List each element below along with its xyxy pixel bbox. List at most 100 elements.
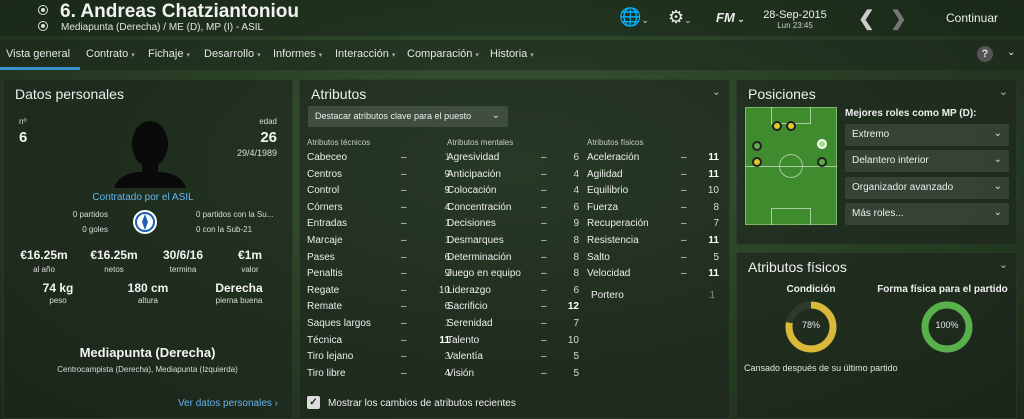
attr-value: 11	[708, 268, 719, 280]
goalkeeper-attr-row[interactable]: Portero 1	[591, 288, 721, 304]
physical-attr-row[interactable]: Agilidad – 11	[587, 167, 727, 183]
mental-attr-row[interactable]: Juego en equipo – 8	[447, 266, 587, 282]
physical-attr-row[interactable]: Fuerza – 8	[587, 200, 727, 216]
technical-attr-row[interactable]: Remate –6	[307, 299, 450, 315]
attr-name: Concentración	[447, 201, 512, 213]
attr-name: Marcaje	[307, 235, 343, 246]
mental-attr-row[interactable]: Anticipación – 4	[447, 167, 587, 183]
attr-dash: –	[541, 334, 547, 346]
attr-value: 10	[707, 185, 719, 197]
technical-attr-row[interactable]: Penaltis –9	[307, 266, 450, 282]
attr-value: 8	[713, 201, 719, 213]
fm-label: FM	[716, 10, 735, 25]
attr-dash: –	[401, 201, 407, 213]
physical-panel: Atributos físicos ⌄	[736, 252, 1017, 419]
physical-attr-row[interactable]: Velocidad – 11	[587, 266, 727, 282]
mental-attr-row[interactable]: Talento – 10	[447, 333, 587, 349]
attr-name: Resistencia	[587, 235, 639, 246]
physical-attr-row[interactable]: Recuperación – 7	[587, 216, 727, 232]
attr-value: 4	[573, 168, 579, 180]
age-label: edad	[259, 117, 277, 126]
globe-icon[interactable]: 🌐⌄	[619, 7, 649, 28]
settings-toggle-icon[interactable]	[38, 5, 48, 15]
attr-name: Desmarques	[447, 235, 504, 246]
page-title: 6. Andreas Chatziantoniou	[60, 1, 299, 22]
tab-informes[interactable]: Informes ▾	[273, 48, 322, 60]
tab-fichaje[interactable]: Fichaje ▾	[148, 48, 190, 60]
attributes-chevron-icon[interactable]: ⌄	[712, 85, 721, 98]
technical-attr-row[interactable]: Córners –4	[307, 200, 450, 216]
tired-note: Cansado después de su último partido	[744, 363, 898, 373]
tab-vista-general[interactable]: Vista general	[6, 48, 70, 60]
wage-label: al año	[33, 265, 55, 274]
role-organizador[interactable]: Organizador avanzado ⌄	[845, 177, 1009, 199]
mental-attr-row[interactable]: Visión – 5	[447, 366, 587, 382]
attr-name: Determinación	[447, 251, 512, 263]
age-value: 26	[260, 129, 277, 146]
chevron-down-icon: ⌄	[993, 207, 1002, 218]
physical-chevron-icon[interactable]: ⌄	[999, 258, 1008, 271]
physical-header: Atributos físicos	[587, 138, 644, 147]
technical-attr-row[interactable]: Marcaje –1	[307, 233, 450, 249]
continue-button[interactable]: Continuar	[920, 11, 1024, 25]
physical-attr-row[interactable]: Resistencia – 11	[587, 233, 727, 249]
positions-chevron-icon[interactable]: ⌄	[999, 85, 1008, 98]
fitness-value: 100%	[935, 320, 959, 330]
view-personal-link[interactable]: Ver datos personales ›	[150, 398, 278, 409]
chevron-down-icon: ⌄	[993, 154, 1002, 165]
attr-name: Control	[307, 185, 340, 197]
recent-changes-checkbox[interactable]: ✓	[307, 396, 320, 409]
technical-attr-row[interactable]: Técnica –11	[307, 333, 450, 349]
attr-name: Salto	[587, 251, 610, 263]
mental-attr-row[interactable]: Valentía – 5	[447, 349, 587, 365]
tab-interaccion[interactable]: Interacción ▾	[335, 48, 395, 60]
date-of-birth: 29/4/1989	[236, 148, 277, 158]
fitness-label: Forma física para el partido	[877, 284, 1008, 295]
help-icon[interactable]: ?	[977, 46, 993, 62]
mental-attr-row[interactable]: Concentración – 6	[447, 200, 587, 216]
tab-desarrollo[interactable]: Desarrollo ▾	[204, 48, 261, 60]
back-arrow-icon[interactable]: ❮	[858, 6, 875, 31]
mental-attr-row[interactable]: Liderazgo – 6	[447, 283, 587, 299]
technical-attr-row[interactable]: Centros –9	[307, 167, 450, 183]
mental-attr-row[interactable]: Serenidad – 7	[447, 316, 587, 332]
technical-attr-row[interactable]: Tiro libre –4	[307, 366, 450, 382]
gear-icon[interactable]: ⚙⌄	[668, 7, 692, 28]
mental-attr-row[interactable]: Sacrificio – 12	[447, 299, 587, 315]
attr-name: Aceleración	[587, 152, 640, 163]
technical-attr-row[interactable]: Tiro lejano –3	[307, 349, 450, 365]
attr-name: Pases	[307, 251, 335, 263]
tab-comparacion[interactable]: Comparación ▾	[407, 48, 479, 60]
attr-name: Saques largos	[307, 318, 371, 329]
physical-attr-row[interactable]: Salto – 5	[587, 250, 727, 266]
highlight-dropdown[interactable]: Destacar atributos clave para el puesto …	[308, 106, 508, 127]
tab-historia[interactable]: Historia ▾	[490, 48, 534, 60]
technical-attr-row[interactable]: Saques largos –1	[307, 316, 450, 332]
mental-attr-row[interactable]: Colocación – 4	[447, 183, 587, 199]
mental-attr-row[interactable]: Desmarques – 8	[447, 233, 587, 249]
mental-attr-row[interactable]: Decisiones – 9	[447, 216, 587, 232]
technical-attr-row[interactable]: Entradas –1	[307, 216, 450, 232]
technical-attr-row[interactable]: Control –9	[307, 183, 450, 199]
physical-attr-row[interactable]: Aceleración – 11	[587, 150, 727, 166]
technical-attr-row[interactable]: Regate –10	[307, 283, 450, 299]
overflow-chevron-icon[interactable]: ⌄	[1007, 47, 1015, 58]
mental-attr-row[interactable]: Agresividad – 6	[447, 150, 587, 166]
physical-attr-row[interactable]: Equilibrio – 10	[587, 183, 727, 199]
fm-menu-button[interactable]: FM ⌄	[716, 10, 745, 25]
role-delantero-interior[interactable]: Delantero interior ⌄	[845, 150, 1009, 172]
attr-dash: –	[401, 251, 407, 263]
technical-attr-row[interactable]: Pases –6	[307, 250, 450, 266]
contract-link[interactable]: Contratado por el ASIL	[43, 192, 243, 203]
role-extremo[interactable]: Extremo ⌄	[845, 124, 1009, 146]
role-more[interactable]: Más roles... ⌄	[845, 203, 1009, 225]
mental-attr-row[interactable]: Determinación – 8	[447, 250, 587, 266]
technical-attr-row[interactable]: Cabeceo –1	[307, 150, 450, 166]
tab-contrato[interactable]: Contrato ▾	[86, 48, 135, 60]
main-position: Mediapunta (Derecha)	[79, 345, 216, 360]
status-toggle-icon[interactable]	[38, 21, 48, 31]
technical-header: Atributos técnicos	[307, 138, 371, 147]
player-silhouette	[114, 121, 186, 188]
forward-arrow-icon[interactable]: ❯	[890, 6, 907, 31]
attr-dash: –	[541, 268, 547, 280]
